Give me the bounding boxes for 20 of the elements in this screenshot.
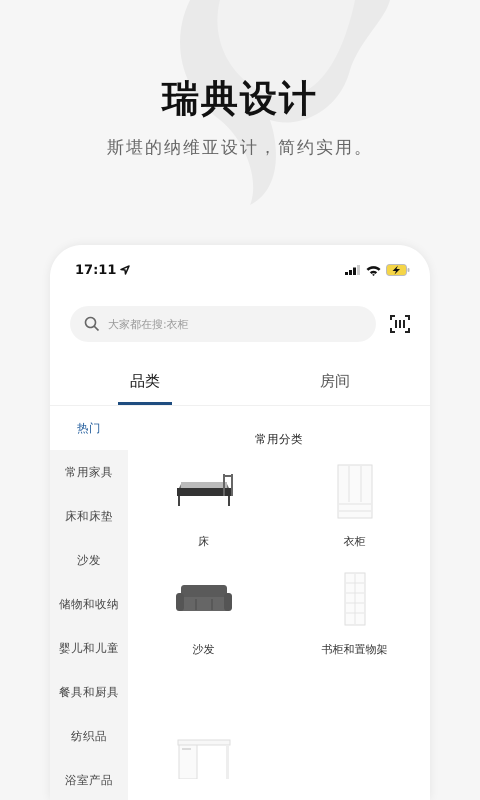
wifi-icon xyxy=(366,264,381,276)
section-title: 常用分类 xyxy=(254,432,304,448)
bookcase-drawing xyxy=(344,572,366,626)
bed-drawing xyxy=(174,474,232,508)
search-field[interactable]: 大家都在搜:衣柜 xyxy=(70,306,376,342)
promo-subtitle: 斯堪的纳维亚设计，简约实用。 xyxy=(107,137,373,160)
product-category-label[interactable]: 衣柜 xyxy=(344,534,366,549)
status-time: 17:11 xyxy=(75,262,116,278)
desk-drawing xyxy=(176,739,230,779)
product-category-label[interactable]: 书柜和置物架 xyxy=(322,642,388,657)
product-category-label[interactable]: 床 xyxy=(198,534,209,549)
promo-title: 瑞典设计 xyxy=(162,76,318,122)
wardrobe-drawing xyxy=(336,464,372,518)
charging-battery-icon xyxy=(386,264,410,276)
product-category-label[interactable]: 沙发 xyxy=(192,642,214,657)
sidebar-item[interactable]: 热门 xyxy=(50,406,128,450)
signal-icon xyxy=(345,265,361,275)
category-tab[interactable]: 房间 xyxy=(308,360,362,405)
scan-icon[interactable] xyxy=(390,315,410,333)
location-arrow-icon xyxy=(120,265,130,275)
